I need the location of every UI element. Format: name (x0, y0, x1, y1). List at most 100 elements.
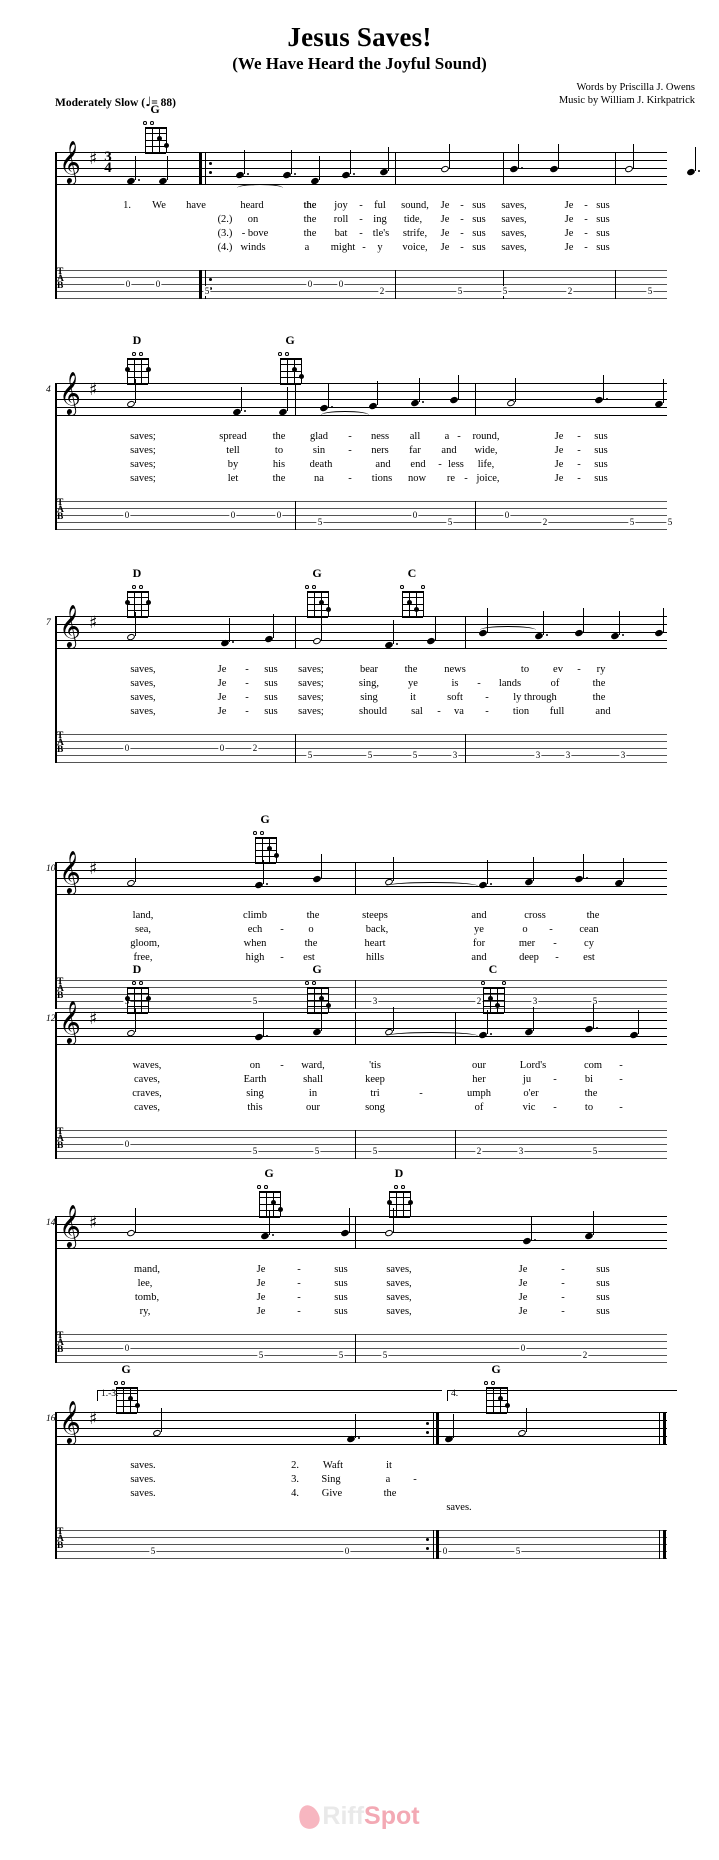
chord-fret-line (307, 597, 328, 599)
lyric-word: - (477, 678, 481, 689)
chord-string-line (280, 1191, 281, 1217)
lyric-word: bat (334, 228, 348, 239)
lyric-word: saves, (386, 1278, 412, 1289)
chord-nut (389, 1191, 410, 1194)
lyric-word: sin (312, 445, 326, 456)
system-left-barline (55, 1412, 57, 1534)
lyric-word: saves; (298, 692, 324, 703)
lyric-word: to (584, 1102, 594, 1113)
staff-line (55, 184, 667, 185)
lyric-word: Je (256, 1306, 266, 1317)
tab-line (55, 1334, 667, 1335)
page-title: Jesus Saves! (287, 22, 432, 52)
treble-clef-icon: 𝄞 (59, 850, 81, 893)
lyric-word: - (460, 228, 464, 239)
lyric-word: this (247, 1102, 263, 1113)
lyric-word: - (553, 938, 557, 949)
note-stem (486, 1010, 488, 1034)
lyric-word: sus (472, 200, 486, 211)
staff-line (55, 383, 667, 384)
finger-dot (145, 600, 151, 606)
open-string-marker (150, 121, 154, 125)
lyric-word: - (245, 664, 249, 675)
lyric-word: Earth (243, 1074, 267, 1085)
chord-name: G (150, 102, 160, 116)
lyric-word: - (577, 431, 581, 442)
open-string-marker (394, 1185, 398, 1189)
staff-line (55, 1028, 667, 1029)
chord-fret-line (402, 610, 423, 612)
lyric-word: saves. (130, 1474, 156, 1485)
music-staff (55, 1012, 667, 1045)
open-string-marker (491, 1381, 495, 1385)
chord-fret-line (116, 1399, 137, 1401)
open-string-marker (278, 352, 282, 356)
lyric-word: na (314, 473, 324, 484)
lyric-word: Je (440, 228, 450, 239)
tab-fret-number: 2 (475, 996, 483, 1006)
tab-fret-number: 0 (337, 279, 345, 289)
lyric-word: - (297, 1264, 301, 1275)
tab-barline (355, 980, 356, 1009)
lyric-word: Sing (321, 1474, 341, 1485)
chord-nut (127, 358, 148, 361)
note-stem (592, 1211, 594, 1235)
finger-dot (134, 1402, 140, 1408)
tab-line (55, 755, 667, 756)
note-stem (532, 857, 534, 881)
tab-barline (615, 270, 616, 299)
lyric-word: 3. (291, 1474, 299, 1485)
chord-fret-line (280, 377, 301, 379)
lyric-word: sus (596, 200, 610, 211)
tab-fret-number: 0 (154, 279, 162, 289)
finger-dot (156, 136, 162, 142)
finger-dot (124, 367, 130, 373)
barline (295, 616, 296, 649)
lyric-word: and (471, 910, 487, 921)
lyric-word: saves; (130, 459, 156, 470)
measure-number: 4 (46, 385, 51, 395)
lyric-word: caves, (134, 1074, 160, 1085)
note-stem (320, 616, 322, 640)
chord-fret-line (255, 856, 276, 858)
lyric-word: ness (370, 431, 390, 442)
barline (395, 152, 396, 185)
staff-line (55, 407, 667, 408)
lyric-word: saves, (130, 706, 156, 717)
tab-letter-b: B (57, 1141, 64, 1152)
lyric-word: saves, (130, 678, 156, 689)
chord-name: C (407, 566, 417, 580)
lyric-word: - (561, 1306, 565, 1317)
tab-fret-number: 5 (251, 996, 259, 1006)
tab-fret-number: 0 (123, 510, 131, 520)
tab-fret-number: 0 (503, 510, 511, 520)
lyric-word: ful (374, 200, 386, 211)
finger-dot (318, 996, 324, 1002)
staff-line (55, 870, 667, 871)
lyric-word: tri (370, 1088, 380, 1099)
lyric-word: winds (240, 242, 266, 253)
lyric-word: - (460, 214, 464, 225)
key-signature-sharp-icon: ♯ (89, 149, 98, 169)
lyric-word: sing, (358, 678, 380, 689)
lyric-word: ners (371, 445, 389, 456)
lyric-word: hills (365, 952, 385, 963)
tie-slur (237, 184, 283, 192)
lyric-word: sus (596, 1264, 610, 1275)
chord-name: C (488, 962, 498, 976)
lyric-word: saves. (130, 1488, 156, 1499)
lyric-word: - (245, 692, 249, 703)
repeat-dot (426, 1431, 429, 1434)
lyric-word: sus (596, 1278, 610, 1289)
chord-grid (124, 981, 151, 1014)
volta-line (97, 1390, 442, 1391)
staff-line (55, 1444, 667, 1445)
lyric-word: - (555, 952, 559, 963)
lyric-word: - bove (241, 228, 269, 239)
note-stem (262, 1012, 264, 1036)
lyric-word: re (446, 473, 456, 484)
tab-fret-number: 3 (534, 750, 542, 760)
tab-line (55, 1537, 667, 1538)
lyric-word: sus (334, 1292, 348, 1303)
tab-clef-label: T A B (57, 1127, 64, 1152)
